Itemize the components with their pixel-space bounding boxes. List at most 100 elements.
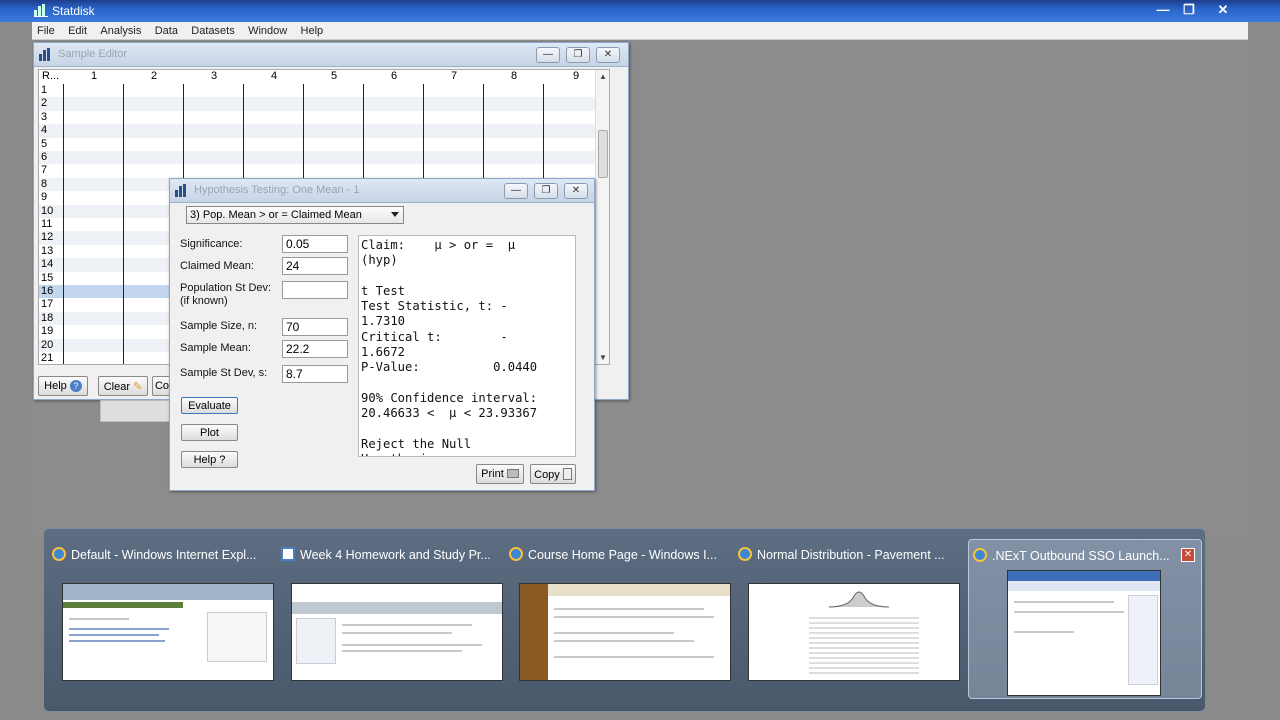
significance-input[interactable]: 0.05 bbox=[282, 235, 348, 253]
menu-edit[interactable]: Edit bbox=[63, 22, 92, 37]
row-number: 11 bbox=[41, 218, 53, 230]
claimed-mean-input[interactable]: 24 bbox=[282, 257, 348, 275]
row-number: 12 bbox=[41, 231, 54, 244]
task-thumbnail[interactable]: Course Home Page - Windows I... bbox=[505, 539, 731, 699]
maximize-button[interactable]: ❐ bbox=[566, 47, 590, 63]
taskbar-thumbnail-group: Default - Windows Internet Expl... Week … bbox=[43, 528, 1206, 712]
task-title-text: .NExT Outbound SSO Launch... bbox=[992, 549, 1170, 563]
close-button[interactable]: ✕ bbox=[596, 47, 620, 63]
ie-icon bbox=[52, 547, 66, 561]
minimize-button[interactable]: — bbox=[1150, 1, 1176, 19]
maximize-button[interactable]: ❐ bbox=[1176, 1, 1202, 19]
print-button-label: Print bbox=[481, 468, 504, 480]
column-header[interactable]: 9 bbox=[573, 70, 579, 82]
copy-button-label: Copy bbox=[534, 469, 560, 481]
shadow-panel bbox=[100, 400, 175, 422]
hypothesis-test-window: Hypothesis Testing: One Mean - 1 — ❐ ✕ 3… bbox=[169, 178, 595, 491]
sample-size-label: Sample Size, n: bbox=[180, 320, 258, 332]
page-preview bbox=[1007, 570, 1161, 696]
help-button[interactable]: Help ? bbox=[38, 376, 88, 396]
claim-select[interactable]: 3) Pop. Mean > or = Claimed Mean bbox=[186, 206, 404, 224]
ie-icon bbox=[973, 548, 987, 562]
page-preview bbox=[519, 583, 731, 681]
help-button[interactable]: Help ? bbox=[181, 451, 238, 468]
help-icon: ? bbox=[69, 380, 82, 392]
task-thumbnail[interactable]: Default - Windows Internet Expl... bbox=[48, 539, 274, 699]
row-number: 20 bbox=[41, 338, 54, 351]
task-thumbnail-active[interactable]: .NExT Outbound SSO Launch... ✕ bbox=[968, 539, 1202, 699]
population-sd-input[interactable] bbox=[282, 281, 348, 299]
claim-select-value: 3) Pop. Mean > or = Claimed Mean bbox=[190, 209, 362, 221]
row-number: 15 bbox=[41, 271, 54, 284]
population-sd-sublabel: (if known) bbox=[180, 295, 228, 307]
page-preview bbox=[62, 583, 274, 681]
minimize-button[interactable]: — bbox=[536, 47, 560, 63]
menu-datasets[interactable]: Datasets bbox=[186, 22, 239, 37]
copy-button[interactable]: Copy bbox=[530, 464, 576, 484]
print-button[interactable]: Print bbox=[476, 464, 524, 484]
column-header[interactable]: 7 bbox=[451, 70, 457, 82]
scroll-down-icon[interactable]: ▼ bbox=[599, 353, 607, 362]
sample-mean-input[interactable]: 22.2 bbox=[282, 340, 348, 358]
statdisk-logo-icon bbox=[34, 4, 48, 17]
column-header[interactable]: 6 bbox=[391, 70, 397, 82]
row-number: 18 bbox=[41, 311, 54, 324]
column-header[interactable]: 2 bbox=[151, 70, 157, 82]
grid-line bbox=[123, 84, 124, 364]
column-header[interactable]: 4 bbox=[271, 70, 277, 82]
task-thumbnail[interactable]: Week 4 Homework and Study Pr... bbox=[277, 539, 503, 699]
task-title: Course Home Page - Windows I... bbox=[509, 547, 723, 562]
hypothesis-titlebar[interactable]: Hypothesis Testing: One Mean - 1 — ❐ ✕ bbox=[170, 179, 594, 203]
printer-icon bbox=[506, 469, 519, 478]
row-number: 14 bbox=[41, 258, 54, 271]
column-header[interactable]: 5 bbox=[331, 70, 337, 82]
task-thumbnail[interactable]: Normal Distribution - Pavement ... bbox=[734, 539, 960, 699]
clear-button-label: Clear bbox=[103, 381, 130, 393]
significance-label: Significance: bbox=[180, 238, 243, 250]
row-number: 9 bbox=[41, 191, 48, 204]
column-header[interactable]: 1 bbox=[91, 70, 97, 82]
sample-sd-input[interactable]: 8.7 bbox=[282, 365, 348, 383]
menu-data[interactable]: Data bbox=[150, 22, 183, 37]
column-header[interactable]: 3 bbox=[211, 70, 217, 82]
hypothesis-title: Hypothesis Testing: One Mean - 1 bbox=[194, 184, 360, 196]
task-title-text: Normal Distribution - Pavement ... bbox=[757, 548, 945, 562]
close-icon[interactable]: ✕ bbox=[1181, 548, 1195, 562]
menu-help[interactable]: Help bbox=[296, 22, 329, 37]
row-number: 1 bbox=[41, 84, 48, 96]
close-button[interactable]: ✕ bbox=[1210, 1, 1236, 19]
column-header[interactable]: 8 bbox=[511, 70, 517, 82]
app-title: Statdisk bbox=[52, 4, 95, 18]
row-number: 17 bbox=[41, 298, 54, 311]
plot-button[interactable]: Plot bbox=[181, 424, 238, 441]
menu-window[interactable]: Window bbox=[243, 22, 292, 37]
maximize-button[interactable]: ❐ bbox=[534, 183, 558, 199]
row-number: 13 bbox=[41, 244, 54, 257]
scroll-thumb[interactable] bbox=[598, 130, 608, 178]
page-preview bbox=[291, 583, 503, 681]
claimed-mean-label: Claimed Mean: bbox=[180, 260, 254, 272]
evaluate-button[interactable]: Evaluate bbox=[181, 397, 238, 414]
statdisk-logo-icon bbox=[39, 48, 50, 61]
app-title-bar: Statdisk — ❐ ✕ bbox=[0, 0, 1280, 22]
menu-analysis[interactable]: Analysis bbox=[95, 22, 146, 37]
row-number: 21 bbox=[41, 352, 54, 364]
menu-file[interactable]: File bbox=[32, 22, 60, 37]
vertical-scrollbar[interactable]: ▲ ▼ bbox=[595, 70, 609, 364]
menu-bar: File Edit Analysis Data Datasets Window … bbox=[32, 22, 1248, 40]
sample-mean-label: Sample Mean: bbox=[180, 342, 251, 354]
sample-editor-titlebar[interactable]: Sample Editor — ❐ ✕ bbox=[34, 43, 628, 67]
row-number: 10 bbox=[41, 204, 54, 217]
row-number: 4 bbox=[41, 124, 48, 137]
sample-size-input[interactable]: 70 bbox=[282, 318, 348, 336]
task-title-text: Week 4 Homework and Study Pr... bbox=[300, 548, 491, 562]
minimize-button[interactable]: — bbox=[504, 183, 528, 199]
results-output[interactable]: Claim: μ > or = μ (hyp) t Test Test Stat… bbox=[358, 235, 576, 457]
close-button[interactable]: ✕ bbox=[564, 183, 588, 199]
row-number: 19 bbox=[41, 325, 54, 338]
clear-button[interactable]: Clear ✎ bbox=[98, 376, 148, 396]
scroll-up-icon[interactable]: ▲ bbox=[599, 72, 607, 81]
sample-sd-label: Sample St Dev, s: bbox=[180, 367, 268, 379]
task-title: .NExT Outbound SSO Launch... bbox=[973, 548, 1187, 563]
row-number: 8 bbox=[41, 177, 48, 190]
